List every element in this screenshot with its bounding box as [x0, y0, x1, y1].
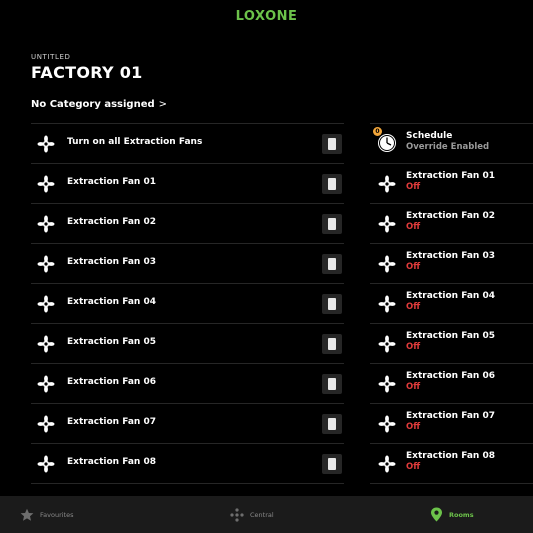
status-value: Off [406, 422, 421, 432]
schedule-label: Schedule [406, 131, 453, 141]
tab-label: Central [250, 510, 274, 519]
schedule-row[interactable]: 0 Schedule Override Enabled [370, 123, 533, 163]
control-label: Extraction Fan 05 [67, 337, 156, 347]
control-row[interactable]: Extraction Fan 02 [31, 203, 344, 243]
switch-toggle[interactable] [322, 414, 342, 434]
bottom-tab-bar: Favourites Central Rooms [0, 496, 533, 533]
status-value: Off [406, 382, 421, 392]
switch-knob [328, 298, 336, 310]
switch-toggle[interactable] [322, 374, 342, 394]
location-pin-icon [431, 507, 442, 522]
status-label: Extraction Fan 01 [406, 171, 495, 181]
control-row[interactable]: Extraction Fan 08 [31, 443, 344, 484]
star-icon [20, 508, 34, 521]
status-value: Off [406, 342, 421, 352]
fan-icon [378, 175, 396, 193]
fan-icon [378, 295, 396, 313]
fan-icon [37, 295, 55, 313]
status-row[interactable]: Extraction Fan 06 Off [370, 363, 533, 403]
control-label: Extraction Fan 02 [67, 217, 156, 227]
status-row[interactable]: Extraction Fan 03 Off [370, 243, 533, 283]
control-row[interactable]: Extraction Fan 01 [31, 163, 344, 203]
fan-icon [378, 215, 396, 233]
control-row[interactable]: Extraction Fan 03 [31, 243, 344, 283]
switch-toggle[interactable] [322, 454, 342, 474]
status-value: Off [406, 222, 421, 232]
status-value: Off [406, 302, 421, 312]
chevron-right-icon: > [158, 99, 168, 110]
status-list: 0 Schedule Override Enabled Extraction F… [370, 123, 533, 484]
control-label: Extraction Fan 01 [67, 177, 156, 187]
room-kicker: UNTITLED [31, 53, 71, 61]
switch-toggle[interactable] [322, 254, 342, 274]
control-label: Extraction Fan 03 [67, 257, 156, 267]
control-row[interactable]: Extraction Fan 04 [31, 283, 344, 323]
switch-toggle[interactable] [322, 214, 342, 234]
status-row[interactable]: Extraction Fan 04 Off [370, 283, 533, 323]
switch-knob [328, 138, 336, 150]
schedule-badge: 0 [373, 127, 382, 136]
tab-favourites[interactable]: Favourites [20, 496, 73, 533]
category-link[interactable]: No Category assigned > [31, 99, 167, 110]
status-label: Extraction Fan 03 [406, 251, 495, 261]
control-label: Extraction Fan 08 [67, 457, 156, 467]
fan-icon [378, 255, 396, 273]
switch-knob [328, 378, 336, 390]
control-label: Extraction Fan 04 [67, 297, 156, 307]
loxone-logo: LOXONE [235, 9, 298, 24]
tab-rooms[interactable]: Rooms [430, 496, 474, 533]
category-label: No Category assigned [31, 99, 155, 110]
fan-icon [37, 415, 55, 433]
fan-icon [37, 455, 55, 473]
switch-toggle[interactable] [322, 174, 342, 194]
status-label: Extraction Fan 08 [406, 451, 495, 461]
control-label: Extraction Fan 07 [67, 417, 156, 427]
page-title: FACTORY 01 [31, 63, 143, 82]
status-value: Off [406, 462, 421, 472]
status-label: Extraction Fan 07 [406, 411, 495, 421]
tab-label: Rooms [449, 510, 474, 519]
switch-knob [328, 218, 336, 230]
fan-icon [378, 335, 396, 353]
control-row[interactable]: Extraction Fan 05 [31, 323, 344, 363]
status-row[interactable]: Extraction Fan 01 Off [370, 163, 533, 203]
control-row[interactable]: Extraction Fan 06 [31, 363, 344, 403]
status-label: Extraction Fan 06 [406, 371, 495, 381]
switch-toggle[interactable] [322, 134, 342, 154]
central-dots-icon [230, 507, 244, 522]
control-row[interactable]: Turn on all Extraction Fans [31, 123, 344, 163]
control-row[interactable]: Extraction Fan 07 [31, 403, 344, 443]
fan-icon [378, 375, 396, 393]
status-label: Extraction Fan 02 [406, 211, 495, 221]
tab-central[interactable]: Central [230, 496, 274, 533]
switch-toggle[interactable] [322, 334, 342, 354]
status-row[interactable]: Extraction Fan 05 Off [370, 323, 533, 363]
status-label: Extraction Fan 05 [406, 331, 495, 341]
status-row[interactable]: Extraction Fan 08 Off [370, 443, 533, 484]
fan-icon [37, 215, 55, 233]
status-row[interactable]: Extraction Fan 02 Off [370, 203, 533, 243]
fan-icon [378, 415, 396, 433]
switch-knob [328, 458, 336, 470]
switch-knob [328, 178, 336, 190]
fan-icon [37, 135, 55, 153]
control-label: Extraction Fan 06 [67, 377, 156, 387]
status-value: Off [406, 182, 421, 192]
switch-knob [328, 258, 336, 270]
status-row[interactable]: Extraction Fan 07 Off [370, 403, 533, 443]
switch-toggle[interactable] [322, 294, 342, 314]
schedule-status: Override Enabled [406, 142, 490, 152]
fan-icon [37, 175, 55, 193]
status-value: Off [406, 262, 421, 272]
status-label: Extraction Fan 04 [406, 291, 495, 301]
controls-list: Turn on all Extraction Fans Extraction Fa… [31, 123, 344, 484]
tab-label: Favourites [40, 510, 74, 519]
switch-knob [328, 338, 336, 350]
fan-icon [37, 375, 55, 393]
control-label: Turn on all Extraction Fans [67, 137, 203, 147]
switch-knob [328, 418, 336, 430]
fan-icon [37, 255, 55, 273]
fan-icon [378, 455, 396, 473]
fan-icon [37, 335, 55, 353]
